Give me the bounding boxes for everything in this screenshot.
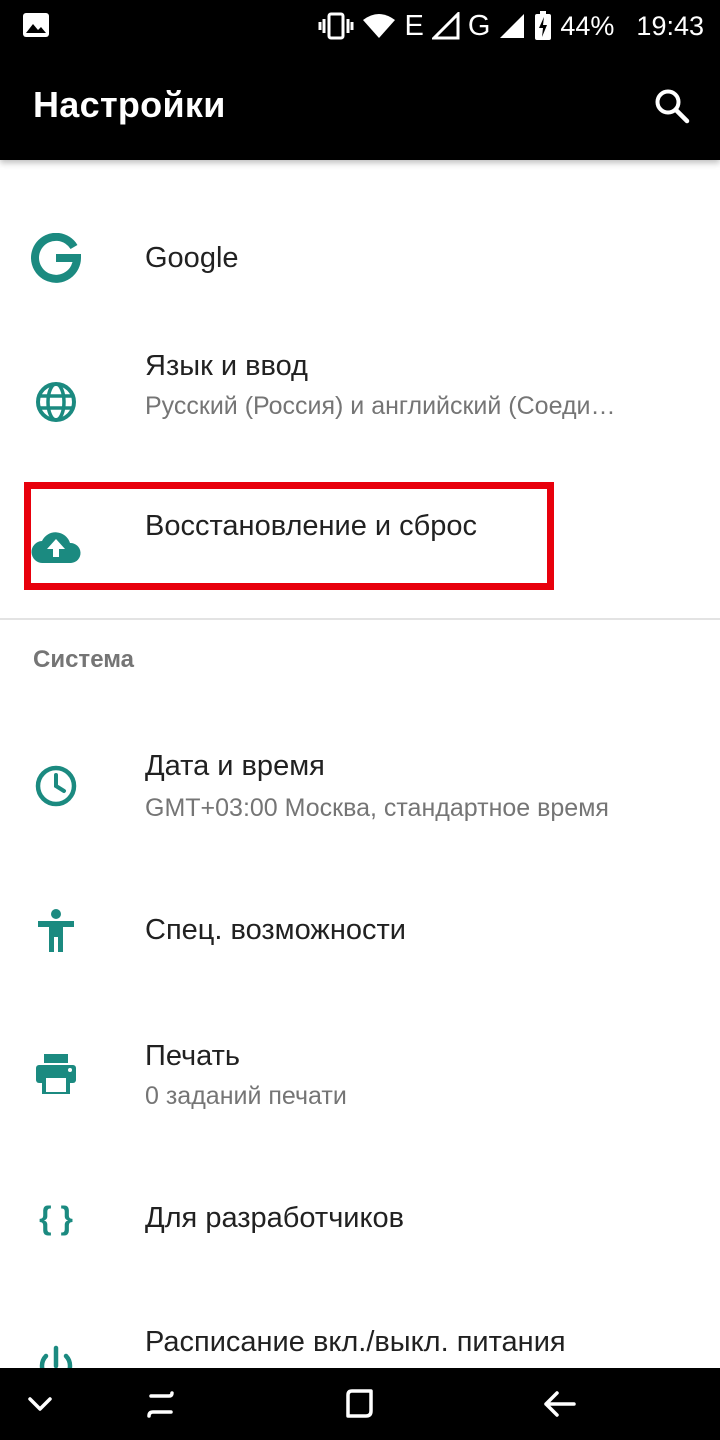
settings-item-title: Язык и ввод [145, 350, 308, 382]
page-title: Настройки [33, 84, 226, 125]
power-schedule-icon [30, 1340, 82, 1368]
search-icon [655, 89, 690, 124]
recents-button[interactable] [132, 1378, 188, 1430]
home-square-icon [346, 1389, 373, 1418]
settings-item-subtitle: Русский (Россия) и английский (Соеди… [145, 392, 616, 420]
settings-item-title: Спец. возможности [145, 914, 406, 946]
globe-icon [30, 376, 82, 428]
settings-item-print[interactable]: Печать 0 заданий печати [0, 1020, 720, 1140]
accessibility-icon [30, 904, 82, 956]
developer-braces-icon: { } [39, 1199, 73, 1236]
battery-percent: 44% [560, 10, 615, 41]
network-type-e: E [404, 9, 424, 42]
back-arrow-icon [544, 1391, 576, 1417]
divider [0, 618, 720, 620]
status-bar: E G 44% 19:43 [0, 0, 720, 52]
settings-item-power-schedule[interactable]: Расписание вкл./выкл. питания [0, 1300, 720, 1368]
wifi-icon [362, 13, 396, 39]
settings-list: Google Язык и ввод Русский (Россия) и ан… [0, 160, 720, 1368]
app-bar: Настройки [0, 52, 720, 160]
clock-time: 19:43 [636, 10, 704, 41]
network-type-g: G [467, 9, 491, 42]
settings-item-subtitle: GMT+03:00 Москва, стандартное время [145, 794, 609, 822]
home-button[interactable] [332, 1378, 388, 1430]
settings-item-title: Печать [145, 1040, 241, 1072]
chevron-down-icon [28, 1397, 52, 1411]
recents-icon [147, 1391, 174, 1418]
printer-icon [30, 1048, 82, 1100]
search-button[interactable] [646, 80, 698, 132]
settings-item-title: Дата и время [145, 750, 325, 782]
battery-charging-icon [534, 11, 552, 41]
vibrate-icon [318, 12, 354, 40]
settings-item-language[interactable]: Язык и ввод Русский (Россия) и английски… [0, 340, 720, 460]
back-button[interactable] [532, 1378, 588, 1430]
google-icon [30, 232, 82, 284]
signal-icon-2 [498, 12, 526, 40]
settings-item-title: Расписание вкл./выкл. питания [145, 1326, 566, 1358]
hide-nav-button[interactable] [12, 1378, 68, 1430]
highlight-box [24, 482, 554, 590]
settings-item-subtitle: 0 заданий печати [145, 1082, 347, 1110]
settings-item-developer[interactable]: { } Для разработчиков [0, 1170, 720, 1280]
section-header: Система [33, 646, 135, 673]
signal-icon-1 [431, 12, 460, 40]
image-notification-icon [22, 12, 50, 43]
settings-item-date-time[interactable]: Дата и время GMT+03:00 Москва, стандартн… [0, 730, 720, 850]
settings-item-title: Для разработчиков [145, 1202, 405, 1234]
clock-icon [30, 760, 82, 812]
settings-item-accessibility[interactable]: Спец. возможности [0, 880, 720, 990]
settings-item-google[interactable]: Google [0, 200, 720, 320]
settings-item-title: Google [145, 242, 239, 274]
navigation-bar [0, 1368, 720, 1440]
